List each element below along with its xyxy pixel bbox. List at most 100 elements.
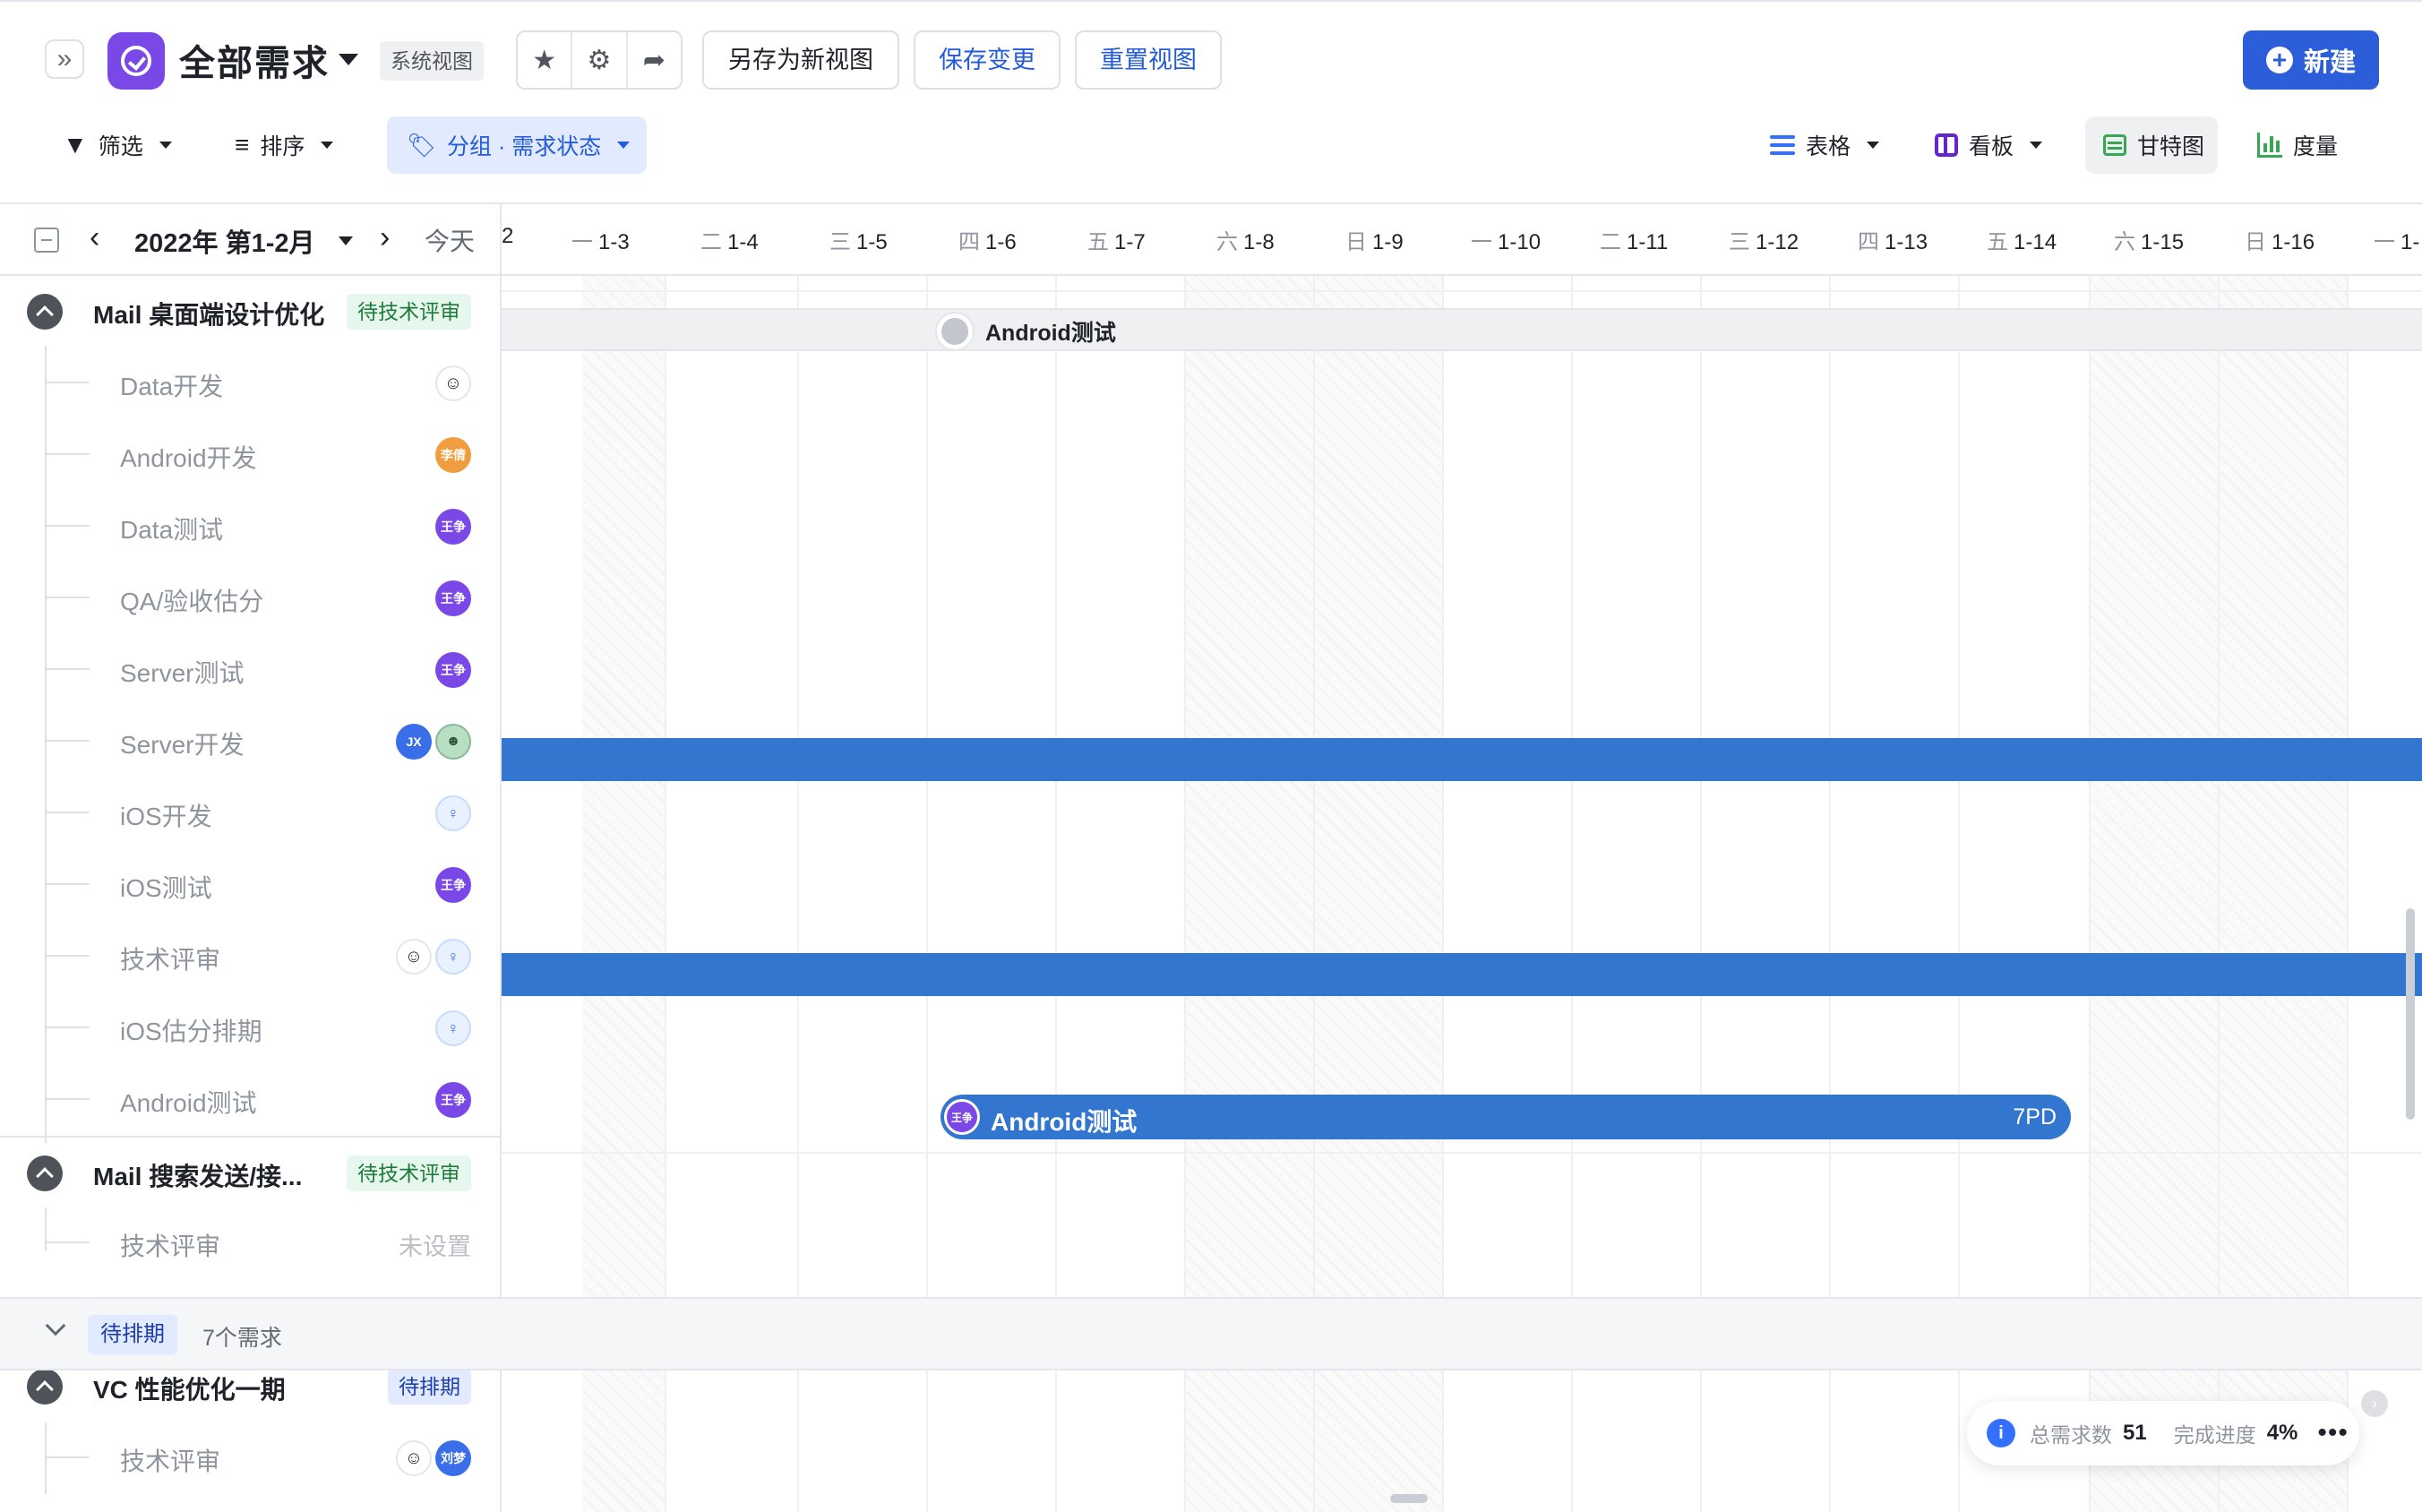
status-badge[interactable]: 待技术评审 [347,294,471,330]
group-status-tag: 待排期 [88,1315,177,1354]
task-duration: 7PD [2013,1104,2057,1130]
vertical-scrollbar[interactable] [2406,908,2415,1120]
subtask-title[interactable]: QA/验收估分 [120,582,263,618]
assignees[interactable]: 王争 [435,867,471,903]
caret-down-icon [617,142,631,149]
view-gantt-button[interactable]: 甘特图 [2085,116,2218,174]
filter-button[interactable]: ▼ 筛选 [63,116,172,174]
list-item[interactable]: Data开发 ☺ [0,348,500,419]
tag-icon: 🏷 [407,131,437,159]
subtask-title[interactable]: Android开发 [120,439,257,475]
sort-button[interactable]: ≡ 排序 [235,116,334,174]
view-switch-caret-icon[interactable] [339,54,358,65]
milestone-dot-icon [937,314,973,349]
subtask-title[interactable]: Data开发 [120,367,223,403]
period-selector[interactable]: 2022年 第1-2月 [134,222,315,260]
list-item[interactable]: iOS测试 王争 [0,849,500,921]
subtask-title[interactable]: Android测试 [120,1084,257,1120]
task-bar[interactable] [502,738,2422,781]
task-bar[interactable]: 王争 Android测试 7PD [940,1095,2071,1139]
group-header[interactable]: 待排期 7个需求 [0,1297,2422,1370]
assignees[interactable]: ♀ [435,795,471,831]
avatar: JX [396,724,432,760]
collapse-toggle-icon[interactable] [27,1155,63,1191]
unassigned-label[interactable]: 未设置 [399,1227,471,1262]
view-board-label: 看板 [1969,134,2014,159]
save-as-view-button[interactable]: 另存为新视图 [702,30,899,90]
task-bar[interactable] [502,953,2422,996]
today-button[interactable]: 今天 [425,222,475,258]
save-changes-button[interactable]: 保存变更 [914,30,1061,90]
list-item[interactable]: QA/验收估分 王争 [0,563,500,634]
list-item[interactable]: Android测试 王争 [0,1064,500,1136]
assignees[interactable]: 王争 [435,1082,471,1118]
chevron-right-icon[interactable]: › [380,220,390,255]
caret-down-icon [321,142,334,149]
status-badge[interactable]: 待排期 [388,1369,471,1405]
list-item[interactable]: Server测试 王争 [0,634,500,706]
view-board-button[interactable]: 看板 [1935,116,2043,174]
subtask-title[interactable]: 技术评审 [120,1442,220,1478]
list-item[interactable]: iOS估分排期 ♀ [0,992,500,1064]
day-header: 六 1-8 [1216,230,1275,254]
share-icon[interactable]: ➦ [628,32,681,88]
list-item[interactable]: Server开发 JX ☻ [0,706,500,777]
assignees[interactable]: ☺ [435,365,471,401]
requirement-title[interactable]: Mail 桌面端设计优化 [93,296,324,331]
expand-sidebar-icon[interactable]: » [45,39,84,79]
requirement-title[interactable]: VC 性能优化一期 [93,1370,286,1406]
stats-bar: i 总需求数 51 完成进度 4% ••• [1967,1401,2359,1465]
chevron-left-icon[interactable]: ‹ [90,220,99,255]
list-item[interactable]: iOS开发 ♀ [0,777,500,849]
assignees[interactable]: 王争 [435,509,471,545]
avatar: 王争 [435,867,471,903]
list-item[interactable]: Mail 搜索发送/接... 待技术评审 [0,1136,500,1207]
subtask-title[interactable]: iOS测试 [120,869,212,905]
tree-branch [47,597,90,598]
subtask-title[interactable]: Server测试 [120,654,244,690]
horizontal-scrollbar[interactable] [1390,1494,1428,1503]
list-item[interactable]: Android开发 李倩 [0,419,500,491]
assignees[interactable]: 王争 [435,652,471,688]
list-item[interactable]: Data测试 王争 [0,491,500,563]
gear-icon[interactable]: ⚙ [572,32,628,88]
avatar: ♀ [435,939,471,975]
reset-view-button[interactable]: 重置视图 [1075,30,1222,90]
list-item[interactable]: 技术评审 未设置 [0,1207,500,1279]
collapse-toggle-icon[interactable] [27,1369,63,1405]
select-all-checkbox[interactable] [34,228,59,253]
info-icon: i [1987,1419,2015,1448]
assignees[interactable]: JX ☻ [396,724,471,760]
milestone[interactable]: Android测试 [937,314,1116,349]
subtask-title[interactable]: iOS估分排期 [120,1012,262,1048]
status-badge[interactable]: 待技术评审 [347,1155,471,1191]
requirement-title[interactable]: Mail 搜索发送/接... [93,1157,302,1193]
group-button[interactable]: 🏷 分组 · 需求状态 [387,116,647,174]
assignees[interactable]: ♀ [435,1010,471,1046]
subtask-title[interactable]: Server开发 [120,726,244,761]
assignees[interactable]: 李倩 [435,437,471,473]
day-header: 一 1- [2374,230,2420,254]
list-item[interactable]: Mail 桌面端设计优化 待技术评审 [0,276,500,348]
assignees[interactable]: 王争 [435,580,471,616]
view-table-button[interactable]: 表格 [1770,116,1880,174]
collapse-stats-icon[interactable]: › [2361,1390,2388,1417]
caret-down-icon[interactable] [339,236,353,245]
view-metric-button[interactable]: 度量 [2257,116,2338,174]
subtask-title[interactable]: 技术评审 [120,941,220,976]
subtask-title[interactable]: 技术评审 [120,1227,220,1263]
more-icon[interactable]: ••• [2317,1418,2349,1448]
avatar: ♀ [435,795,471,831]
list-item[interactable]: 技术评审 ☺ 刘梦 [0,1422,500,1494]
assignees[interactable]: ☺ 刘梦 [396,1440,471,1476]
star-icon[interactable]: ★ [518,32,573,88]
subtask-title[interactable]: iOS开发 [120,797,212,833]
subtask-title[interactable]: Data测试 [120,511,223,546]
chevron-down-icon[interactable] [45,1315,66,1336]
total-value: 51 [2123,1421,2147,1445]
assignees[interactable]: ☺ ♀ [396,939,471,975]
collapse-toggle-icon[interactable] [27,294,63,330]
new-button[interactable]: + 新建 [2243,30,2379,90]
list-item[interactable]: 技术评审 ☺ ♀ [0,921,500,992]
grid-row-divider [502,276,2422,292]
